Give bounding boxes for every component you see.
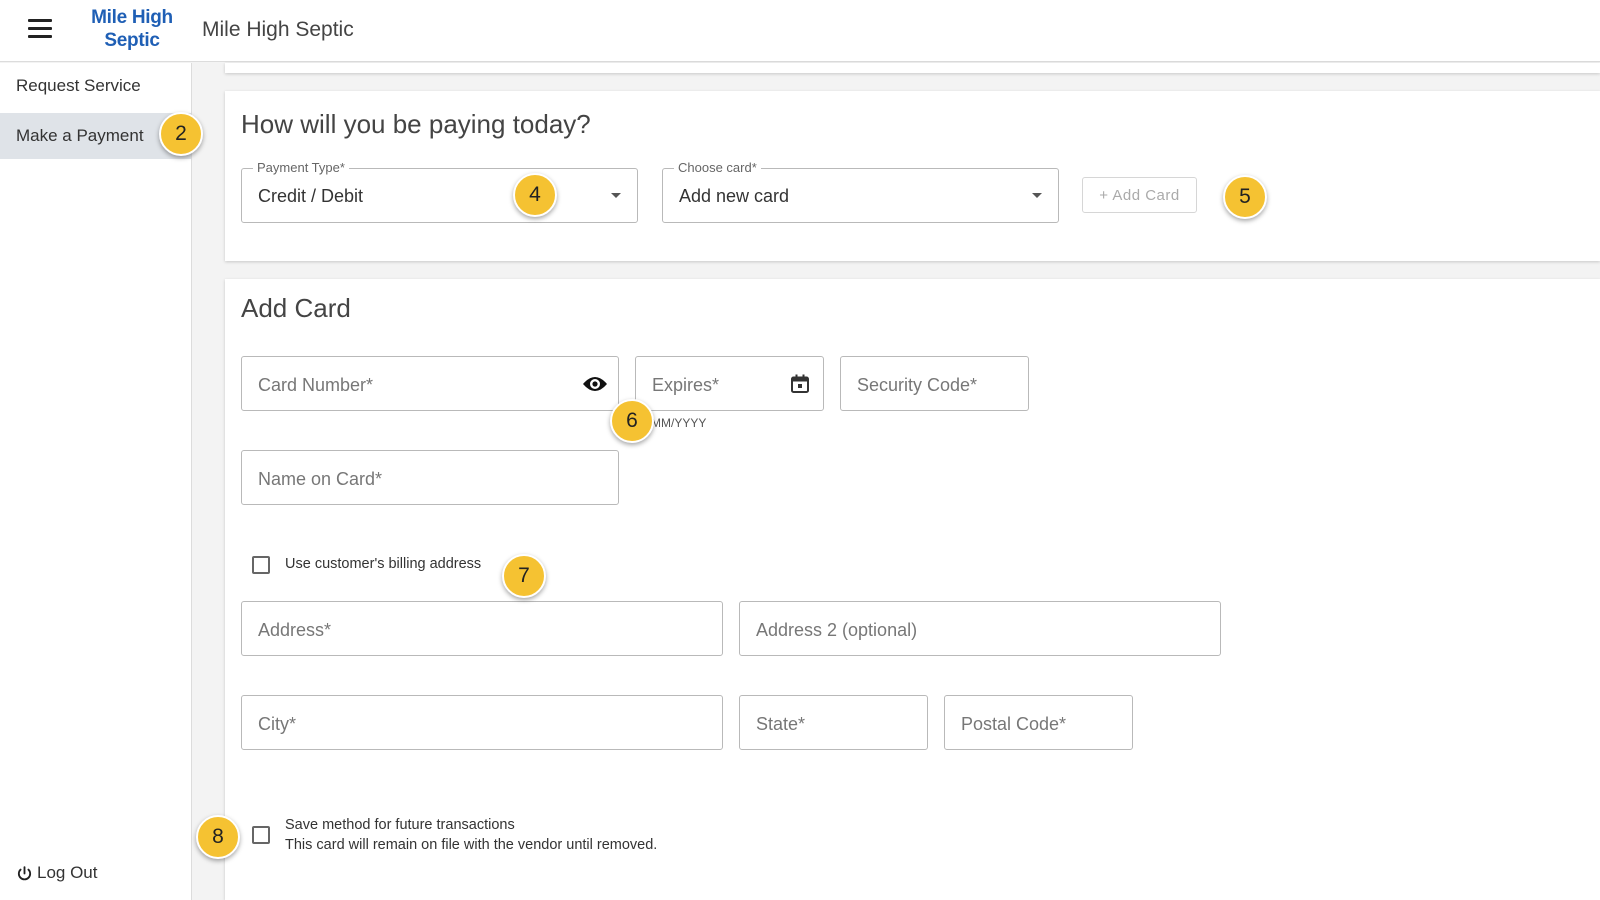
logo-line1: Mile High (91, 7, 173, 28)
save-method-sublabel: This card will remain on file with the v… (285, 837, 658, 853)
address2-placeholder: Address 2 (optional) (756, 620, 918, 640)
postal-code-input[interactable]: Postal Code* (944, 695, 1133, 750)
callout-badge: 6 (610, 399, 654, 443)
payment-type-select[interactable]: Payment Type* Credit / Debit (241, 160, 638, 223)
use-billing-address-label: Use customer's billing address (285, 556, 482, 572)
logo-line2: Septic (104, 30, 160, 51)
sidebar-item-request-service[interactable]: Request Service (0, 63, 191, 109)
expires-placeholder: Expires* (652, 375, 720, 395)
add-card-form: Add Card Card Number* Expires* MM/YYYY S… (225, 279, 1600, 900)
security-code-input[interactable]: Security Code* (840, 356, 1029, 411)
callout-badge: 5 (1223, 175, 1267, 219)
power-icon (17, 865, 32, 880)
expires-hint: MM/YYYY (651, 416, 707, 430)
previous-section-card (225, 63, 1600, 73)
save-method-label: Save method for future transactions (285, 817, 515, 833)
card-number-placeholder: Card Number* (258, 375, 374, 395)
payment-method-card: How will you be paying today? Payment Ty… (225, 91, 1600, 261)
dropdown-caret-icon (611, 193, 621, 198)
card-number-input[interactable]: Card Number* (241, 356, 619, 411)
state-placeholder: State* (756, 714, 806, 734)
app-title: Mile High Septic (202, 18, 354, 41)
address-placeholder: Address* (258, 620, 332, 640)
city-placeholder: City* (258, 714, 297, 734)
choose-card-select[interactable]: Choose card* Add new card (662, 160, 1059, 223)
logout-label: Log Out (37, 863, 98, 882)
choose-card-value: Add new card (679, 186, 790, 206)
callout-badge: 7 (502, 554, 546, 598)
top-bar: Mile High Septic Mile High Septic (0, 0, 1600, 62)
eye-icon[interactable] (582, 373, 608, 395)
callout-badge: 8 (196, 815, 240, 859)
choose-card-label: Choose card* (674, 160, 761, 175)
use-billing-address-checkbox[interactable] (252, 556, 270, 574)
save-method-checkbox[interactable] (252, 826, 270, 844)
postal-code-placeholder: Postal Code* (961, 714, 1067, 734)
security-code-placeholder: Security Code* (857, 375, 978, 395)
name-on-card-placeholder: Name on Card* (258, 469, 383, 489)
hamburger-menu-icon[interactable] (28, 19, 52, 41)
sidebar: Request Service Make a Payment Log Out (0, 63, 192, 900)
address2-input[interactable]: Address 2 (optional) (739, 601, 1221, 656)
add-card-title: Add Card (241, 293, 351, 323)
payment-section-title: How will you be paying today? (241, 109, 591, 139)
name-on-card-input[interactable]: Name on Card* (241, 450, 619, 505)
logout-button[interactable]: Log Out (16, 863, 98, 883)
address-input[interactable]: Address* (241, 601, 723, 656)
calendar-icon[interactable] (787, 373, 813, 395)
payment-type-label: Payment Type* (253, 160, 349, 175)
logo: Mile High Septic (84, 6, 180, 52)
dropdown-caret-icon (1032, 193, 1042, 198)
state-input[interactable]: State* (739, 695, 928, 750)
expires-input[interactable]: Expires* (635, 356, 824, 411)
callout-badge: 2 (159, 112, 203, 156)
callout-badge: 4 (513, 173, 557, 217)
add-card-button[interactable]: + Add Card (1082, 177, 1197, 213)
city-input[interactable]: City* (241, 695, 723, 750)
payment-type-value: Credit / Debit (258, 186, 364, 206)
